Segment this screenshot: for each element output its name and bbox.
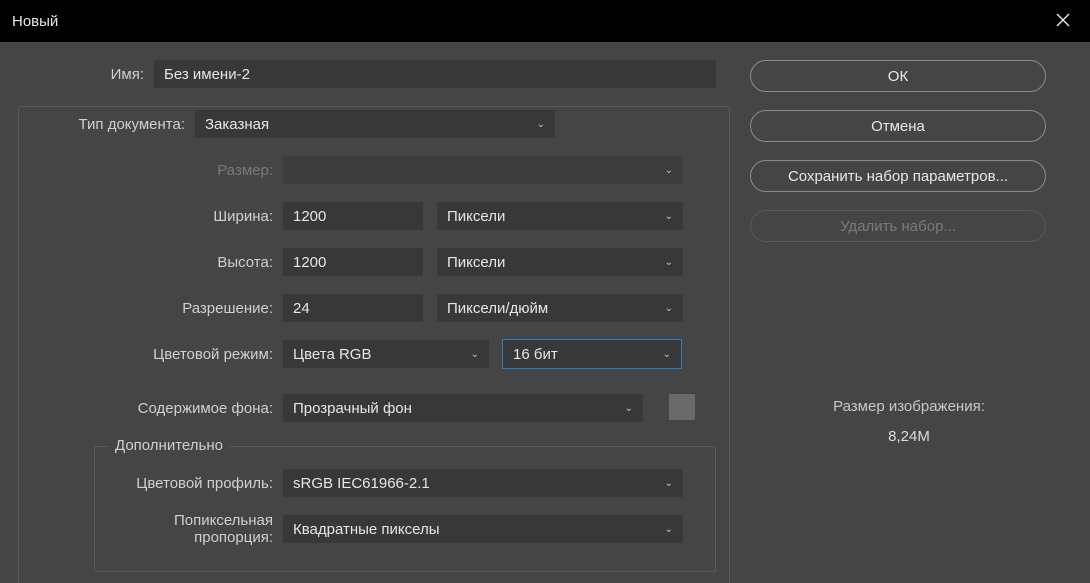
background-select[interactable]: Прозрачный фон ⌄: [283, 394, 643, 422]
size-label: Размер:: [18, 162, 283, 179]
background-value: Прозрачный фон: [293, 400, 412, 417]
color-profile-select[interactable]: sRGB IEC61966-2.1 ⌄: [283, 469, 683, 497]
resolution-unit-value: Пиксели/дюйм: [447, 300, 548, 317]
background-label: Содержимое фона:: [18, 400, 283, 417]
chevron-down-icon: ⌄: [537, 119, 545, 130]
color-profile-value: sRGB IEC61966-2.1: [293, 475, 430, 492]
image-size-value: 8,24M: [750, 422, 1068, 452]
bit-depth-value: 16 бит: [513, 346, 558, 363]
chevron-down-icon: ⌄: [665, 211, 673, 222]
resolution-unit-select[interactable]: Пиксели/дюйм ⌄: [437, 294, 683, 322]
cancel-button[interactable]: Отмена: [750, 110, 1046, 142]
pixel-aspect-value: Квадратные пикселы: [293, 521, 440, 538]
chevron-down-icon: ⌄: [471, 349, 479, 360]
color-mode-select[interactable]: Цвета RGB ⌄: [283, 340, 489, 368]
pixel-aspect-label: Попиксельная пропорция:: [95, 512, 283, 546]
delete-preset-button: Удалить набор...: [750, 210, 1046, 242]
width-unit-value: Пиксели: [447, 208, 505, 225]
height-input[interactable]: [283, 248, 423, 276]
bit-depth-select[interactable]: 16 бит ⌄: [503, 340, 681, 368]
window-title: Новый: [12, 13, 58, 30]
height-unit-select[interactable]: Пиксели ⌄: [437, 248, 683, 276]
chevron-down-icon: ⌄: [665, 303, 673, 314]
chevron-down-icon: ⌄: [665, 524, 673, 535]
close-icon[interactable]: [1048, 7, 1078, 36]
color-profile-label: Цветовой профиль:: [95, 475, 283, 492]
chevron-down-icon: ⌄: [663, 349, 671, 360]
chevron-down-icon: ⌄: [665, 478, 673, 489]
width-unit-select[interactable]: Пиксели ⌄: [437, 202, 683, 230]
background-color-swatch[interactable]: [669, 394, 695, 420]
name-input[interactable]: [154, 60, 716, 88]
chevron-down-icon: ⌄: [625, 403, 633, 414]
width-input[interactable]: [283, 202, 423, 230]
height-label: Высота:: [18, 254, 283, 271]
ok-button[interactable]: ОК: [750, 60, 1046, 92]
doctype-value: Заказная: [205, 116, 269, 133]
width-label: Ширина:: [18, 208, 283, 225]
color-mode-label: Цветовой режим:: [18, 346, 283, 363]
resolution-input[interactable]: [283, 294, 423, 322]
titlebar: Новый: [0, 0, 1090, 42]
doctype-select[interactable]: Заказная ⌄: [195, 110, 555, 138]
resolution-label: Разрешение:: [18, 300, 283, 317]
image-size-label: Размер изображения:: [750, 392, 1068, 422]
name-label: Имя:: [18, 66, 154, 83]
save-preset-button[interactable]: Сохранить набор параметров...: [750, 160, 1046, 192]
color-mode-value: Цвета RGB: [293, 346, 371, 363]
chevron-down-icon: ⌄: [665, 165, 673, 176]
size-select[interactable]: ⌄: [283, 156, 683, 184]
advanced-fieldset: Дополнительно Цветовой профиль: sRGB IEC…: [94, 446, 716, 572]
chevron-down-icon: ⌄: [665, 257, 673, 268]
pixel-aspect-select[interactable]: Квадратные пикселы ⌄: [283, 515, 683, 543]
image-size-info: Размер изображения: 8,24M: [750, 392, 1068, 452]
doctype-label: Тип документа:: [18, 116, 195, 133]
advanced-legend: Дополнительно: [109, 437, 229, 454]
height-unit-value: Пиксели: [447, 254, 505, 271]
